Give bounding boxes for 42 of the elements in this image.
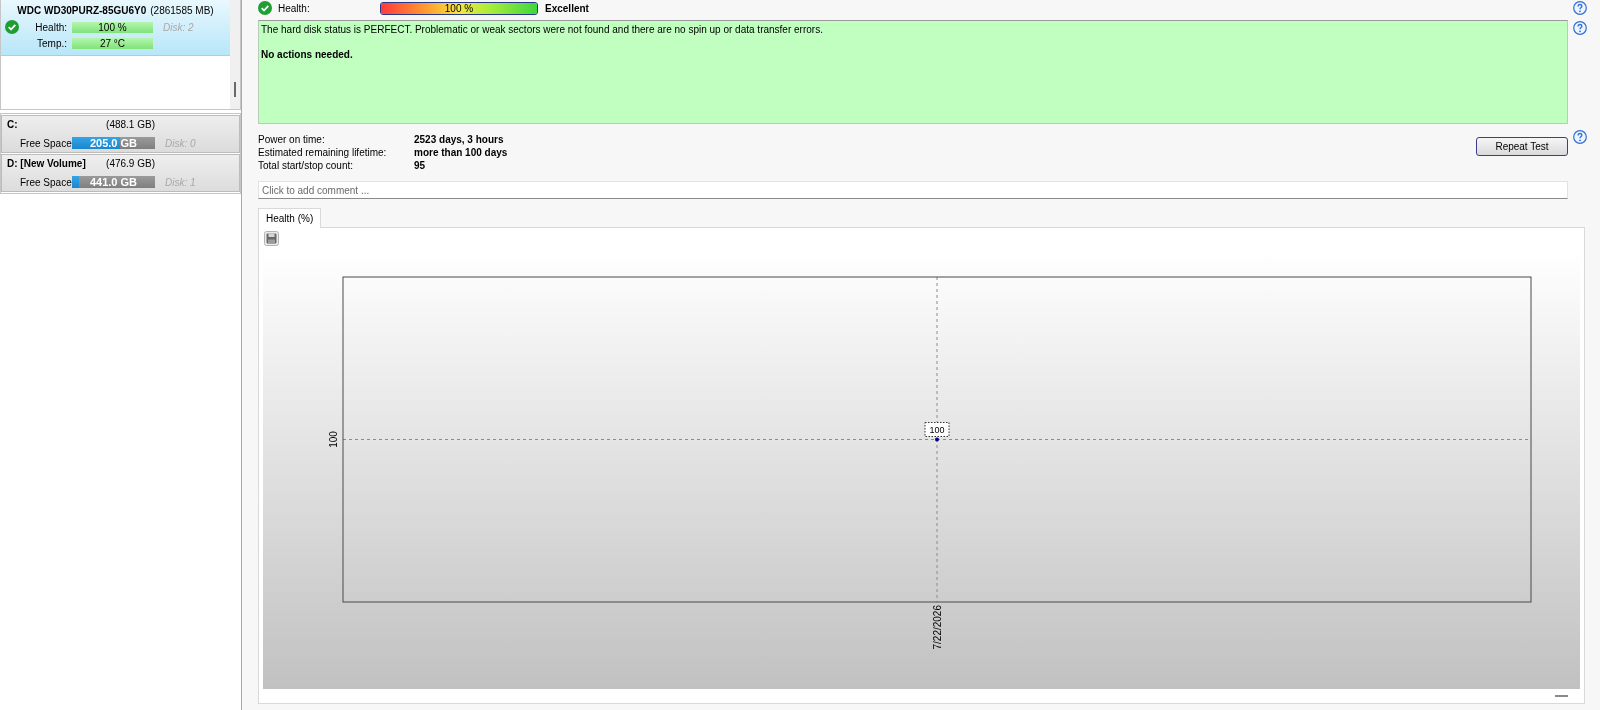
check-icon	[5, 20, 19, 34]
detail-label: Estimated remaining lifetime:	[258, 146, 388, 159]
detail-label: Total start/stop count:	[258, 159, 355, 172]
detail-value: 2523 days, 3 hours	[414, 133, 505, 146]
health-label: Health:	[278, 2, 311, 14]
status-message: The hard disk status is PERFECT. Problematic or weak sectors were not found and there are no spin up or data transfer errors.	[261, 23, 824, 36]
help-icon[interactable]	[1573, 21, 1587, 35]
free-space-label: Free Space	[20, 176, 72, 188]
detail-value: 95	[414, 159, 427, 172]
health-rating: Excellent	[545, 2, 589, 14]
action-message: No actions needed.	[261, 48, 354, 61]
x-tick-label: 7/22/2026	[931, 605, 943, 650]
free-space-value: 205.0 GB	[89, 137, 138, 149]
data-point	[935, 437, 939, 442]
free-space-value: 441.0 GB	[89, 176, 138, 188]
disk-list-item[interactable]: WDC WD30PURZ-85GU6Y0 (2861585 MB) Health: 100 % Disk: 2 Temp.: 27 °C	[1, 0, 230, 56]
help-icon[interactable]	[1573, 130, 1587, 144]
comment-field[interactable]: Click to add comment ...	[258, 181, 1568, 199]
y-tick-label: 100	[327, 431, 339, 448]
metric-value: 100 %	[98, 21, 127, 33]
partition-name: C:	[7, 118, 18, 131]
metric-label: Temp.:	[36, 37, 67, 49]
metric-label: Health:	[34, 21, 67, 33]
metric-value: 27 °C	[99, 37, 126, 49]
partition-capacity: (476.9 GB)	[106, 157, 155, 170]
detail-label: Power on time:	[258, 133, 326, 146]
save-icon[interactable]	[264, 231, 279, 246]
repeat-test-button[interactable]: Repeat Test	[1476, 137, 1568, 156]
partition-capacity: (488.1 GB)	[106, 118, 155, 131]
disk-name: WDC WD30PURZ-85GU6Y0	[17, 4, 147, 17]
dash-icon	[1555, 695, 1568, 697]
disk-number: Disk: 2	[163, 21, 194, 33]
scrollbar[interactable]	[230, 0, 240, 109]
partition-name: D: [New Volume]	[7, 157, 86, 170]
help-icon[interactable]	[1573, 1, 1587, 15]
health-value: 100 %	[444, 2, 474, 14]
disk-capacity: (2861585 MB)	[150, 4, 214, 17]
scrollbar-thumb[interactable]	[234, 82, 236, 97]
data-label: 100	[924, 422, 950, 437]
detail-value: more than 100 days	[414, 146, 508, 159]
chart-tab[interactable]: Health (%)	[258, 208, 322, 228]
free-space-label: Free Space	[20, 137, 72, 149]
